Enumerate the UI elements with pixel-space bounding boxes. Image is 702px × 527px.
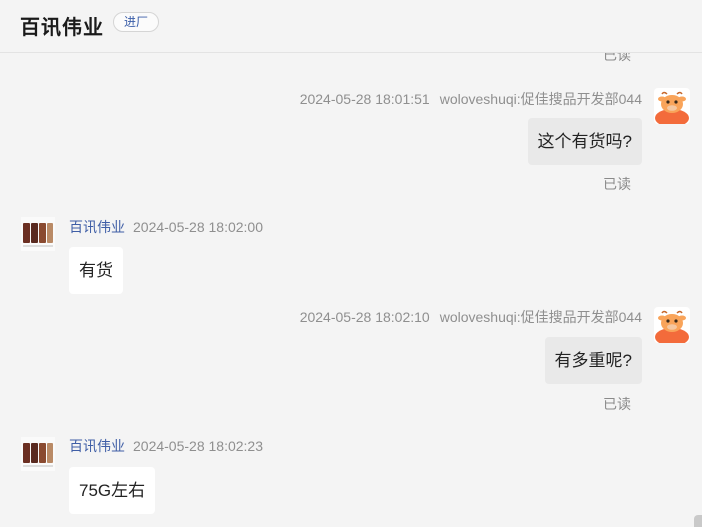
message-time: 2024-05-28 18:02:23 [133, 438, 263, 454]
sender-name: 百讯伟业 [69, 438, 125, 454]
sender-name: woloveshuqi:促佳搜品开发部044 [439, 91, 642, 107]
message-meta: 百讯伟业 2024-05-28 18:02:23 [69, 436, 263, 456]
message-bubble[interactable]: 有货 [69, 247, 123, 294]
read-status: 已读 [603, 396, 631, 412]
user-avatar[interactable] [654, 307, 690, 343]
message-time: 2024-05-28 18:02:10 [299, 309, 430, 325]
product-thumbnail-icon [23, 223, 53, 247]
shop-avatar[interactable] [21, 217, 55, 251]
message-bubble[interactable]: 这个有货吗? [527, 118, 642, 165]
cow-icon [655, 91, 689, 124]
message-meta: 2024-05-28 18:02:10 woloveshuqi:促佳搜品开发部04… [300, 307, 642, 327]
shop-avatar[interactable] [21, 437, 55, 471]
chat-header: 百讯伟业 进厂 [0, 0, 702, 53]
product-thumbnail-icon [23, 443, 53, 467]
message-bubble[interactable]: 有多重呢? [544, 337, 642, 384]
message-meta: 百讯伟业 2024-05-28 18:02:00 [69, 217, 263, 237]
message-list[interactable]: 已读 2024-05-28 18:01:51 woloveshuqi:促佳搜品开发… [0, 53, 702, 527]
read-status: 已读 [603, 53, 631, 63]
user-avatar[interactable] [654, 88, 690, 124]
message-bubble[interactable]: 75G左右 [69, 467, 156, 514]
message-time: 2024-05-28 18:01:51 [299, 91, 430, 107]
chat-title: 百讯伟业 [20, 17, 104, 39]
read-status: 已读 [603, 176, 631, 192]
message-meta: 2024-05-28 18:01:51 woloveshuqi:促佳搜品开发部04… [300, 89, 642, 109]
sender-name: woloveshuqi:促佳搜品开发部044 [439, 309, 642, 325]
sender-name: 百讯伟业 [69, 219, 125, 235]
cow-icon [655, 310, 689, 343]
scrollbar-thumb[interactable] [694, 515, 702, 527]
shop-badge[interactable]: 进厂 [113, 12, 160, 32]
message-time: 2024-05-28 18:02:00 [133, 219, 263, 235]
